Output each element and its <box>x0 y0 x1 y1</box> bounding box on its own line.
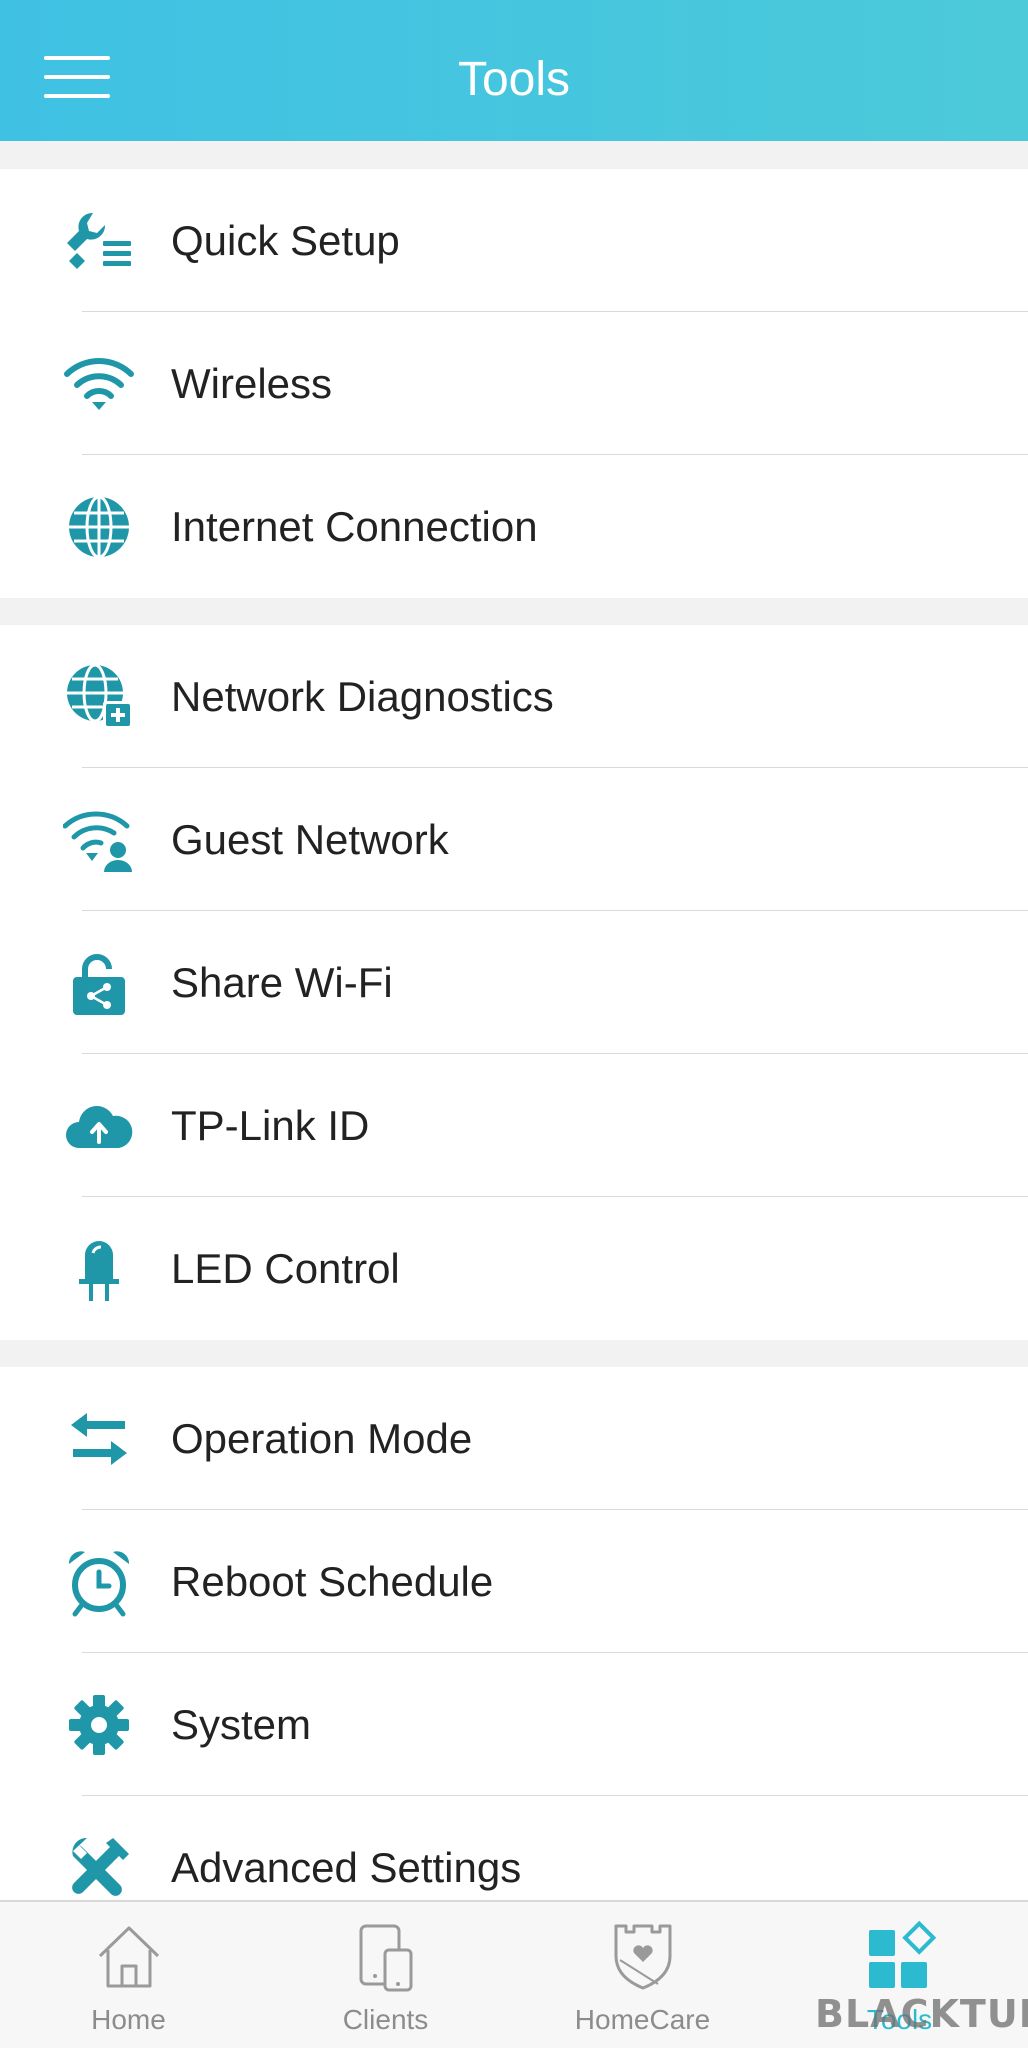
settings-group-system: Operation Mode Reboot Schedule System Ad… <box>0 1367 1028 1939</box>
menu-item-internet-connection[interactable]: Internet Connection <box>0 455 1028 598</box>
menu-item-label: Internet Connection <box>171 502 538 550</box>
menu-item-label: Advanced Settings <box>171 1843 522 1891</box>
page-title: Tools <box>457 53 571 106</box>
menu-item-label: Share Wi-Fi <box>171 958 393 1006</box>
menu-item-led-control[interactable]: LED Control <box>0 1197 1028 1340</box>
menu-item-label: Network Diagnostics <box>171 672 554 720</box>
home-icon <box>92 1920 166 1994</box>
menu-item-label: Reboot Schedule <box>171 1557 494 1605</box>
menu-item-quick-setup[interactable]: Quick Setup <box>0 169 1028 312</box>
tab-homecare[interactable]: HomeCare <box>514 1902 771 2048</box>
menu-item-label: System <box>171 1700 312 1748</box>
tools-icon <box>62 1831 136 1905</box>
cloud-upload-icon <box>62 1089 136 1163</box>
devices-icon <box>349 1920 423 1994</box>
tools-grid-icon <box>863 1920 937 1994</box>
menu-item-label: Quick Setup <box>171 216 400 264</box>
menu-item-label: Wireless <box>171 359 333 407</box>
settings-group-basic: Quick Setup Wireless Internet Connection <box>0 169 1028 598</box>
menu-item-wireless[interactable]: Wireless <box>0 312 1028 455</box>
menu-item-network-diagnostics[interactable]: Network Diagnostics <box>0 625 1028 768</box>
menu-item-guest-network[interactable]: Guest Network <box>0 768 1028 911</box>
tab-label: HomeCare <box>574 2004 711 2035</box>
tab-home[interactable]: Home <box>0 1902 257 2048</box>
menu-item-system[interactable]: System <box>0 1653 1028 1796</box>
watermark: BLACKTUBI <box>815 1992 1028 2036</box>
menu-item-operation-mode[interactable]: Operation Mode <box>0 1367 1028 1510</box>
led-icon <box>62 1232 136 1306</box>
network-diagnostics-icon <box>62 660 136 734</box>
menu-item-label: Operation Mode <box>171 1414 473 1462</box>
tab-label: Clients <box>342 2004 429 2035</box>
alarm-clock-icon <box>62 1545 136 1619</box>
swap-arrows-icon <box>62 1402 136 1476</box>
guest-network-icon <box>62 803 136 877</box>
menu-item-share-wifi[interactable]: Share Wi-Fi <box>0 911 1028 1054</box>
wifi-icon <box>62 347 136 421</box>
shield-heart-icon <box>606 1920 680 1994</box>
menu-item-reboot-schedule[interactable]: Reboot Schedule <box>0 1510 1028 1653</box>
quick-setup-icon <box>62 204 136 278</box>
gear-icon <box>62 1688 136 1762</box>
app-header: Tools <box>0 0 1028 141</box>
menu-item-tp-link-id[interactable]: TP-Link ID <box>0 1054 1028 1197</box>
settings-group-network: Network Diagnostics Guest Network Share … <box>0 625 1028 1340</box>
tab-clients[interactable]: Clients <box>257 1902 514 2048</box>
menu-item-label: Guest Network <box>171 815 449 863</box>
globe-icon <box>62 490 136 564</box>
menu-item-label: LED Control <box>171 1244 400 1292</box>
share-lock-icon <box>62 946 136 1020</box>
menu-item-label: TP-Link ID <box>171 1101 370 1149</box>
tab-label: Home <box>91 2004 166 2035</box>
